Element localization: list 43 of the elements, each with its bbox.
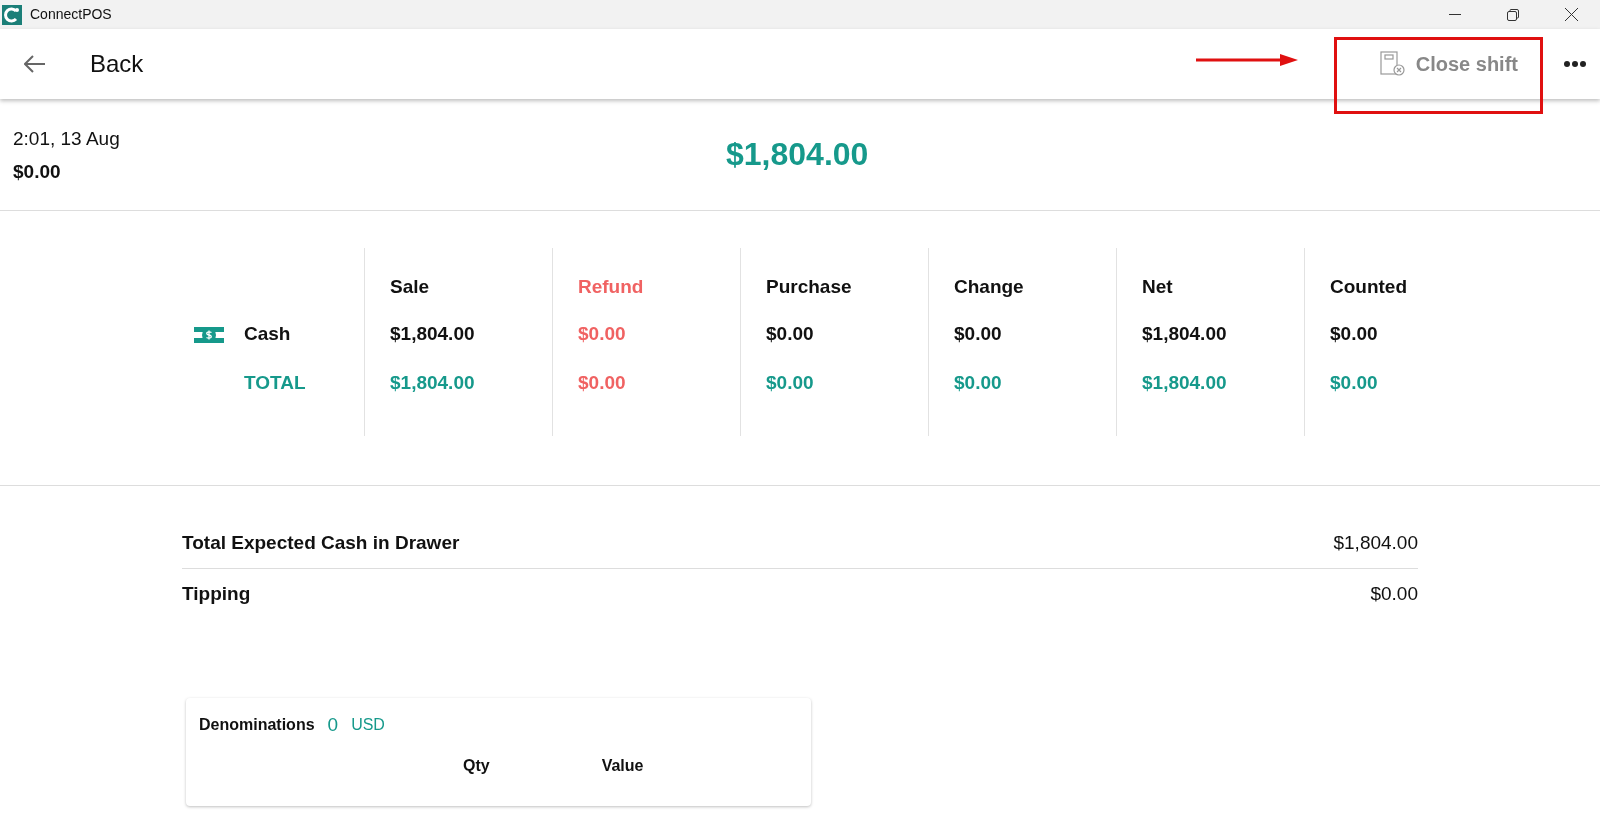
column-header: Refund — [578, 275, 644, 299]
amount-cell-text: $0.00 — [954, 371, 1002, 396]
amount-cell-text: $0.00 — [1330, 371, 1378, 396]
summary-label: Total Expected Cash in Drawer — [182, 531, 460, 556]
summary-value: $1,804.00 — [1333, 531, 1418, 556]
opening-amount: $0.00 — [13, 159, 62, 184]
payment-method-label: Cash — [244, 322, 291, 347]
column-header: Net — [1142, 275, 1173, 299]
window-title: ConnectPOS — [30, 5, 112, 24]
column-header: Purchase — [766, 275, 852, 299]
column-header: Counted — [1330, 275, 1408, 299]
amount-cell-text: $0.00 — [766, 371, 814, 396]
amount-cell-text: $1,804.00 — [390, 322, 475, 347]
shift-time: 2:01, 13 Aug — [13, 127, 120, 151]
app-logo-icon — [2, 4, 22, 25]
amount-cell-text: $1,804.00 — [1142, 322, 1227, 347]
amount-cell-text: $0.00 — [578, 322, 626, 347]
back-arrow-icon — [24, 55, 46, 73]
restore-icon — [1507, 8, 1519, 21]
summary-value: $0.00 — [1370, 581, 1418, 606]
back-button[interactable]: Back — [0, 29, 154, 99]
amount-cell-text: $0.00 — [1330, 322, 1378, 347]
column-header: Qty — [463, 755, 490, 776]
total-label: TOTAL — [244, 371, 306, 396]
column-header: Change — [954, 275, 1024, 299]
amount-cell-text: $1,804.00 — [390, 371, 475, 396]
register-icon — [1379, 51, 1406, 77]
summary-label: Tipping — [182, 581, 251, 606]
amount-cell-text: $0.00 — [578, 371, 626, 396]
amount-cell-text: $1,804.00 — [1142, 371, 1227, 396]
cash-icon — [194, 326, 224, 343]
close-shift-button[interactable]: Close shift — [1379, 49, 1518, 79]
denominations-title: Denominations — [199, 715, 315, 736]
denominations-count: 0 — [327, 713, 339, 737]
amount-cell-text: $0.00 — [766, 322, 814, 347]
currency-label: USD — [351, 715, 385, 736]
column-header: Value — [601, 755, 644, 776]
amount-cell-text: $0.00 — [954, 322, 1002, 347]
close-icon — [1564, 8, 1578, 21]
shift-total: $1,804.00 — [726, 135, 869, 174]
minimize-icon — [1449, 14, 1461, 15]
column-header: Sale — [390, 275, 430, 299]
more-icon — [1564, 61, 1586, 67]
